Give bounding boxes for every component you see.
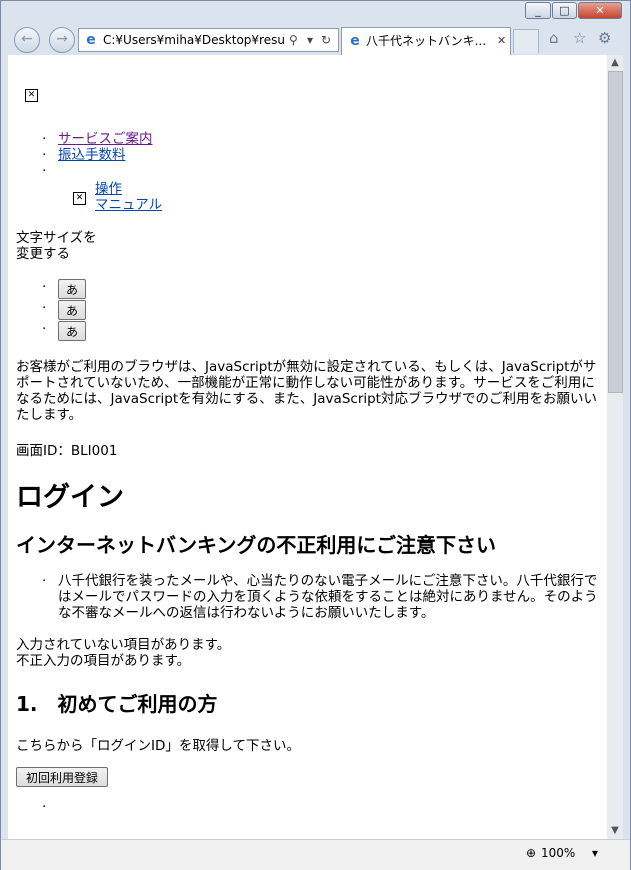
textsize-list: あ あ あ bbox=[16, 279, 216, 342]
textsize-medium-button[interactable]: あ bbox=[58, 300, 87, 320]
refresh-icon[interactable]: ↻ bbox=[321, 29, 331, 51]
forward-button[interactable]: → bbox=[49, 27, 75, 53]
back-arrow-icon: ← bbox=[21, 31, 33, 47]
notice-heading: インターネットバンキングの不正利用にご注意下さい bbox=[16, 533, 496, 557]
manual-link[interactable]: 操作 マニュアル bbox=[95, 181, 162, 213]
textsize-item: あ bbox=[16, 300, 216, 321]
close-button[interactable]: ✕ bbox=[578, 2, 622, 19]
back-button[interactable]: ← bbox=[14, 27, 40, 53]
first-time-text: こちらから「ログインID」を取得して下さい。 bbox=[16, 738, 300, 754]
menu-item-services: サービスご案内 bbox=[16, 131, 316, 147]
home-icon[interactable]: ⌂ bbox=[549, 29, 559, 47]
address-bar[interactable]: e C:¥Users¥miha¥Desktop¥resu ⚲ ▾ ↻ bbox=[78, 28, 339, 52]
transfer-fees-link[interactable]: 振込手数料 bbox=[58, 147, 126, 163]
services-link[interactable]: サービスご案内 bbox=[58, 131, 153, 147]
maximize-button[interactable]: □ bbox=[552, 2, 577, 19]
notice-item: 八千代銀行を装ったメールや、心当たりのない電子メールにご注意下さい。八千代銀行で… bbox=[16, 573, 599, 621]
textsize-item: あ bbox=[16, 279, 216, 300]
first-registration-button[interactable]: 初回利用登録 bbox=[16, 767, 109, 787]
title-bar: _ □ ✕ bbox=[1, 1, 630, 23]
scrollbar-thumb[interactable] bbox=[608, 71, 623, 393]
zoom-magnifier-icon: ⊕ bbox=[526, 846, 537, 860]
minimize-button[interactable]: _ bbox=[525, 2, 551, 19]
scroll-down-icon[interactable]: ▼ bbox=[607, 823, 623, 839]
textsize-large-button[interactable]: あ bbox=[58, 321, 87, 341]
tools-gear-icon[interactable]: ⚙ bbox=[598, 29, 611, 47]
javascript-warning: お客様がご利用のブラウザは、JavaScriptが無効に設定されている、もしくは… bbox=[16, 359, 597, 423]
error-message: 不正入力の項目があります。 bbox=[16, 653, 191, 669]
menu-item-empty bbox=[16, 163, 316, 179]
page-viewport: ✕ サービスご案内 振込手数料 ✕ 操作 マニュアル 文字サイズを 変更する あ… bbox=[8, 55, 607, 839]
ie-tab-icon: e bbox=[350, 33, 360, 49]
list-item bbox=[16, 799, 216, 815]
address-dropdown-icon[interactable]: ▾ bbox=[307, 29, 313, 51]
forward-arrow-icon: → bbox=[56, 31, 68, 47]
scroll-up-icon[interactable]: ▲ bbox=[607, 55, 623, 71]
bottom-list bbox=[16, 799, 216, 815]
vertical-scrollbar[interactable]: ▲ ▼ bbox=[607, 55, 623, 839]
tab-active[interactable]: e 八千代ネットバンキ... ✕ bbox=[341, 27, 511, 55]
tab-title: 八千代ネットバンキ... bbox=[366, 34, 487, 48]
tab-close-icon[interactable]: ✕ bbox=[497, 28, 506, 54]
page-title: ログイン bbox=[16, 482, 124, 513]
new-tab-button[interactable] bbox=[513, 29, 539, 53]
textsize-small-button[interactable]: あ bbox=[58, 279, 87, 299]
notice-list: 八千代銀行を装ったメールや、心当たりのない電子メールにご注意下さい。八千代銀行で… bbox=[16, 573, 599, 621]
screen-id: 画面ID：BLI001 bbox=[16, 443, 118, 459]
error-message: 入力されていない項目があります。 bbox=[16, 637, 231, 653]
service-menu: サービスご案内 振込手数料 bbox=[16, 131, 316, 179]
textsize-label: 文字サイズを 変更する bbox=[16, 230, 97, 262]
search-icon[interactable]: ⚲ bbox=[289, 29, 298, 51]
zoom-level[interactable]: 100% bbox=[541, 846, 575, 860]
broken-image-icon: ✕ bbox=[25, 89, 38, 102]
zoom-dropdown-icon[interactable]: ▾ bbox=[592, 846, 598, 860]
address-url[interactable]: C:¥Users¥miha¥Desktop¥resu bbox=[103, 29, 288, 51]
browser-window: _ □ ✕ ← → e C:¥Users¥miha¥Desktop¥resu ⚲… bbox=[0, 0, 631, 870]
navigation-bar: ← → e C:¥Users¥miha¥Desktop¥resu ⚲ ▾ ↻ e… bbox=[1, 23, 630, 55]
favorites-icon[interactable]: ☆ bbox=[573, 29, 586, 47]
status-bar: ⊕ 100% ▾ bbox=[1, 839, 630, 870]
first-time-heading: 1. 初めてご利用の方 bbox=[16, 692, 218, 716]
error-messages: 入力されていない項目があります。 不正入力の項目があります。 bbox=[16, 637, 230, 669]
manual-broken-image-icon: ✕ bbox=[73, 192, 86, 205]
menu-item-fees: 振込手数料 bbox=[16, 147, 316, 163]
ie-page-icon: e bbox=[86, 32, 96, 48]
textsize-item: あ bbox=[16, 321, 216, 342]
